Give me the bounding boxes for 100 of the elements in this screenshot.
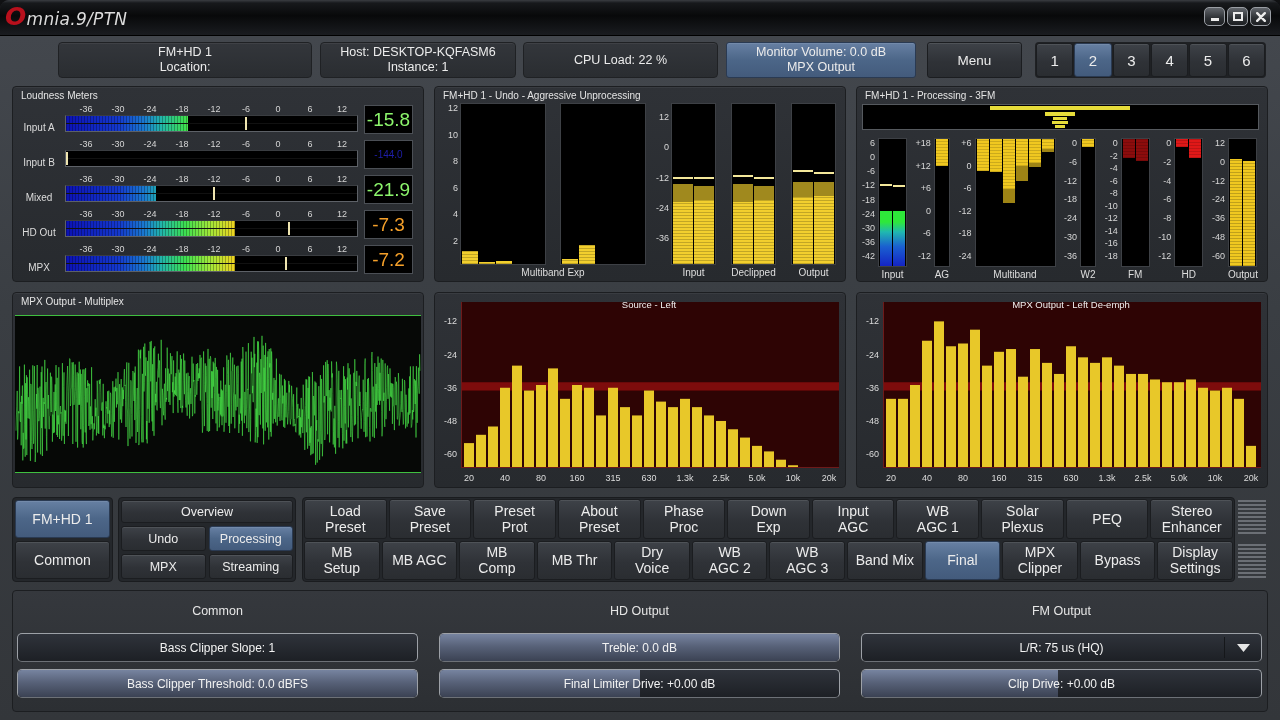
- scale-label: -36: [79, 174, 93, 185]
- module-tab[interactable]: Preset Prot: [473, 499, 556, 539]
- scale-label: -18: [175, 244, 189, 255]
- module-tab[interactable]: Input AGC: [811, 499, 895, 539]
- scale-label: 12: [659, 112, 669, 122]
- view-tab[interactable]: Streaming: [208, 554, 293, 579]
- scale-label: -6: [1163, 194, 1172, 205]
- module-tab[interactable]: Solar Plexus: [981, 499, 1064, 539]
- preset-tab[interactable]: 6: [1227, 43, 1265, 77]
- axis-label: 20: [886, 473, 896, 483]
- spectrum-bar: [680, 398, 690, 468]
- scale-label: -12: [207, 209, 221, 220]
- scale-label: 12: [337, 104, 347, 115]
- view-tab[interactable]: Undo: [121, 526, 206, 551]
- axis-label: 80: [536, 473, 546, 483]
- scale-label: -24: [143, 174, 157, 185]
- scale-label: -42: [862, 251, 875, 261]
- minimize-button[interactable]: [1204, 7, 1225, 26]
- scale-label: -24: [143, 139, 157, 150]
- scale-label: 12: [337, 209, 347, 220]
- scale-label: -30: [111, 244, 125, 255]
- scale-label: 6: [307, 174, 313, 185]
- module-tab[interactable]: MB Setup: [304, 540, 380, 580]
- scale-label: -36: [79, 209, 93, 220]
- scale-label: 0: [925, 205, 931, 216]
- module-tab[interactable]: Band Mix: [847, 540, 923, 580]
- module-tab[interactable]: Bypass: [1079, 540, 1156, 580]
- scale-label: -30: [1064, 232, 1078, 243]
- spectrum-bar: [776, 459, 786, 468]
- module-tab[interactable]: Final: [924, 540, 1001, 580]
- scale-label: 2: [453, 235, 458, 246]
- module-tab[interactable]: Display Settings: [1157, 540, 1233, 580]
- preset-tab[interactable]: 1: [1036, 43, 1074, 77]
- module-tab[interactable]: Down Exp: [727, 499, 810, 539]
- axis-label: 5.0k: [748, 473, 766, 483]
- scale-label: -12: [207, 139, 221, 150]
- scale-label: -36: [1064, 250, 1078, 261]
- module-tab[interactable]: About Preset: [557, 499, 641, 539]
- scale-label: -30: [111, 174, 125, 185]
- module-tab[interactable]: WB AGC 1: [896, 499, 980, 539]
- channel-tab[interactable]: FM+HD 1: [15, 500, 110, 538]
- axis-label: 315: [1027, 473, 1043, 483]
- module-tab[interactable]: WB AGC 3: [769, 540, 846, 580]
- slider-field[interactable]: Treble: 0.0 dB: [439, 633, 840, 662]
- menu-button[interactable]: Menu: [927, 42, 1022, 78]
- close-button[interactable]: [1250, 7, 1271, 26]
- preset-tab[interactable]: 3: [1112, 43, 1150, 77]
- module-tab[interactable]: MB Thr: [536, 540, 613, 580]
- module-tab[interactable]: MPX Clipper: [1002, 540, 1078, 580]
- spectrum-bar: [764, 451, 774, 468]
- scale-label: -12: [1104, 213, 1118, 224]
- view-tab[interactable]: Overview: [121, 500, 293, 523]
- slider-field[interactable]: Bass Clipper Threshold: 0.0 dBFS: [17, 669, 418, 698]
- panel-title: FM+HD 1 - Processing - 3FM: [865, 90, 996, 102]
- scale-label: -36: [862, 236, 875, 247]
- axis-label: 2.5k: [1134, 473, 1152, 483]
- scale-label: -36: [1211, 213, 1225, 224]
- module-tab[interactable]: Save Preset: [388, 499, 472, 539]
- spectrum-bar: [596, 415, 606, 468]
- scale-label: -4: [1163, 175, 1172, 186]
- module-tab[interactable]: Load Preset: [304, 499, 387, 539]
- spectrum-bar: [488, 426, 498, 468]
- module-tab[interactable]: Stereo Enhancer: [1150, 499, 1234, 539]
- module-tab[interactable]: MB Comp: [459, 540, 535, 580]
- preset-tab[interactable]: 4: [1151, 43, 1189, 77]
- scale-label: -36: [79, 244, 93, 255]
- module-tab[interactable]: WB AGC 2: [691, 540, 768, 580]
- channel-tab[interactable]: Common: [15, 541, 110, 579]
- setting-button[interactable]: Bass Clipper Slope: 1: [17, 633, 418, 662]
- scale-label: -18: [1064, 194, 1078, 205]
- axis-label: 10k: [785, 473, 801, 483]
- axis-label: -48: [866, 415, 879, 426]
- monitor-button[interactable]: Monitor Volume: 0.0 dB MPX Output: [726, 42, 916, 78]
- scale-label: -6: [242, 104, 250, 115]
- slider-field[interactable]: Final Limiter Drive: +0.00 dB: [439, 669, 840, 698]
- spectrum-bar: [740, 437, 750, 468]
- module-tab[interactable]: Phase Proc: [642, 499, 726, 539]
- scale-label: 6: [453, 182, 458, 193]
- module-tab[interactable]: Dry Voice: [614, 540, 690, 580]
- level-readout: -15.8: [364, 105, 413, 134]
- view-tab[interactable]: Processing: [208, 526, 293, 551]
- module-tab[interactable]: MB AGC: [381, 540, 458, 580]
- panel-title: MPX Output - Multiplex: [21, 296, 124, 308]
- preset-tab[interactable]: 2: [1074, 43, 1112, 77]
- module-tab[interactable]: PEQ: [1065, 499, 1149, 539]
- preset-tab[interactable]: 5: [1189, 43, 1227, 77]
- scale-label: 0: [1219, 156, 1225, 167]
- info-text: Host: DESKTOP-KQFASM6: [340, 45, 496, 60]
- maximize-button[interactable]: [1227, 7, 1248, 26]
- scale-label: -2: [1163, 156, 1172, 167]
- scale-label: -12: [207, 244, 221, 255]
- scale-label: -36: [79, 104, 93, 115]
- scale-label: 0: [870, 152, 875, 163]
- scale-label: -6: [242, 139, 250, 150]
- scale-label: 0: [275, 104, 281, 115]
- view-tab[interactable]: MPX: [121, 554, 206, 579]
- dropdown-field[interactable]: L/R: 75 us (HQ): [861, 633, 1262, 662]
- axis-label: 20k: [1243, 473, 1259, 483]
- slider-field[interactable]: Clip Drive: +0.00 dB: [861, 669, 1262, 698]
- meter-label: Multiband Exp: [521, 267, 585, 279]
